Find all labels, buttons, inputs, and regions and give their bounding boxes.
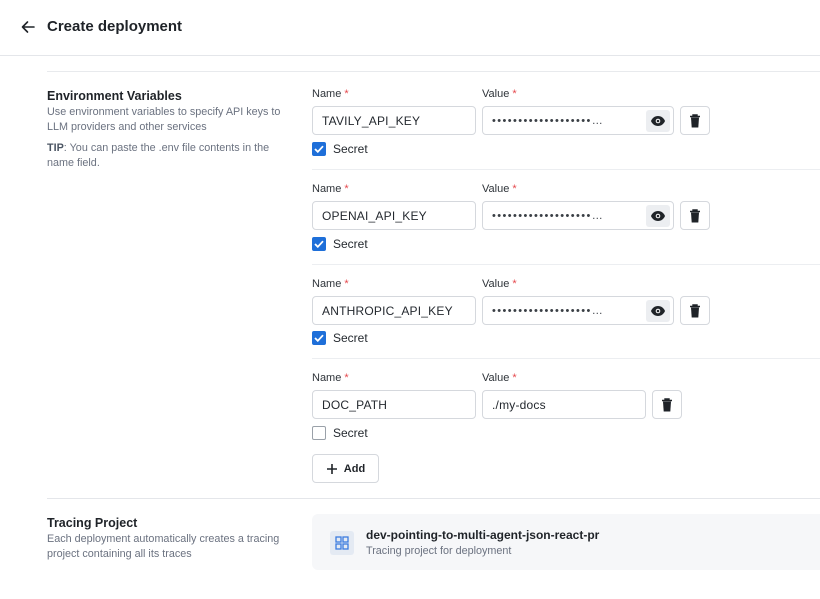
env-section-title: Environment Variables bbox=[47, 89, 182, 103]
secret-checkbox[interactable] bbox=[312, 142, 326, 156]
row-divider bbox=[312, 358, 820, 359]
required-mark: * bbox=[512, 183, 517, 195]
name-label: Name * bbox=[312, 372, 349, 384]
masked-value: •••••••••••••••••••… bbox=[492, 209, 605, 222]
secret-checkbox[interactable] bbox=[312, 237, 326, 251]
env-value-input[interactable]: •••••••••••••••••••… bbox=[482, 296, 674, 325]
tracing-project-card: dev-pointing-to-multi-agent-json-react-p… bbox=[312, 514, 820, 570]
eye-icon bbox=[651, 211, 665, 221]
required-mark: * bbox=[344, 278, 349, 290]
trash-icon bbox=[690, 208, 700, 222]
name-label: Name * bbox=[312, 183, 349, 195]
tip-label: TIP bbox=[47, 142, 64, 154]
trash-icon bbox=[690, 113, 700, 127]
trash-icon bbox=[690, 303, 700, 317]
env-name-input[interactable]: OPENAI_API_KEY bbox=[312, 201, 476, 230]
eye-icon bbox=[651, 306, 665, 316]
back-button[interactable] bbox=[16, 15, 40, 39]
secret-label: Secret bbox=[333, 237, 368, 251]
secret-label: Secret bbox=[333, 426, 368, 440]
check-icon bbox=[314, 145, 324, 153]
show-value-button[interactable] bbox=[646, 110, 670, 132]
row-divider bbox=[312, 264, 820, 265]
project-subtitle: Tracing project for deployment bbox=[366, 545, 512, 557]
value-label: Value * bbox=[482, 372, 517, 384]
masked-value: •••••••••••••••••••… bbox=[492, 304, 605, 317]
tracing-section-description: Each deployment automatically creates a … bbox=[47, 533, 280, 560]
masked-value: •••••••••••••••••••… bbox=[492, 114, 605, 127]
required-mark: * bbox=[344, 183, 349, 195]
row-divider bbox=[312, 169, 820, 170]
arrow-left-icon bbox=[21, 21, 35, 33]
trash-icon bbox=[662, 397, 672, 411]
required-mark: * bbox=[512, 278, 517, 290]
secret-checkbox[interactable] bbox=[312, 426, 326, 440]
value-label: Value * bbox=[482, 88, 517, 100]
project-icon bbox=[330, 531, 354, 555]
env-value-input[interactable]: ./my-docs bbox=[482, 390, 646, 419]
env-section-description: Use environment variables to specify API… bbox=[47, 106, 281, 133]
env-name-input[interactable]: ANTHROPIC_API_KEY bbox=[312, 296, 476, 325]
eye-icon bbox=[651, 116, 665, 126]
plus-icon bbox=[326, 463, 337, 474]
required-mark: * bbox=[512, 372, 517, 384]
tip-text: : You can paste the .env file contents i… bbox=[47, 142, 270, 169]
show-value-button[interactable] bbox=[646, 205, 670, 227]
secret-label: Secret bbox=[333, 331, 368, 345]
section-divider bbox=[47, 71, 820, 72]
section-divider bbox=[47, 498, 820, 499]
name-label: Name * bbox=[312, 88, 349, 100]
check-icon bbox=[314, 334, 324, 342]
project-name: dev-pointing-to-multi-agent-json-react-p… bbox=[366, 528, 600, 542]
required-mark: * bbox=[344, 88, 349, 100]
secret-toggle[interactable]: Secret bbox=[312, 237, 368, 251]
delete-env-button[interactable] bbox=[680, 201, 710, 230]
required-mark: * bbox=[512, 88, 517, 100]
secret-checkbox[interactable] bbox=[312, 331, 326, 345]
check-icon bbox=[314, 240, 324, 248]
secret-toggle[interactable]: Secret bbox=[312, 426, 368, 440]
secret-toggle[interactable]: Secret bbox=[312, 142, 368, 156]
page-title: Create deployment bbox=[47, 18, 183, 35]
env-value-input[interactable]: •••••••••••••••••••… bbox=[482, 106, 674, 135]
delete-env-button[interactable] bbox=[680, 106, 710, 135]
env-name-input[interactable]: DOC_PATH bbox=[312, 390, 476, 419]
name-label: Name * bbox=[312, 278, 349, 290]
env-value-input[interactable]: •••••••••••••••••••… bbox=[482, 201, 674, 230]
page-header: Create deployment bbox=[0, 0, 820, 56]
grid-icon bbox=[335, 536, 349, 550]
secret-label: Secret bbox=[333, 142, 368, 156]
add-label: Add bbox=[343, 462, 366, 475]
show-value-button[interactable] bbox=[646, 300, 670, 322]
env-tip: TIP: You can paste the .env file content… bbox=[47, 141, 287, 171]
add-env-button[interactable]: Add bbox=[312, 454, 379, 483]
required-mark: * bbox=[344, 372, 349, 384]
value-label: Value * bbox=[482, 278, 517, 290]
delete-env-button[interactable] bbox=[652, 390, 682, 419]
env-name-input[interactable]: TAVILY_API_KEY bbox=[312, 106, 476, 135]
value-label: Value * bbox=[482, 183, 517, 195]
secret-toggle[interactable]: Secret bbox=[312, 331, 368, 345]
delete-env-button[interactable] bbox=[680, 296, 710, 325]
tracing-section-title: Tracing Project bbox=[47, 516, 138, 530]
